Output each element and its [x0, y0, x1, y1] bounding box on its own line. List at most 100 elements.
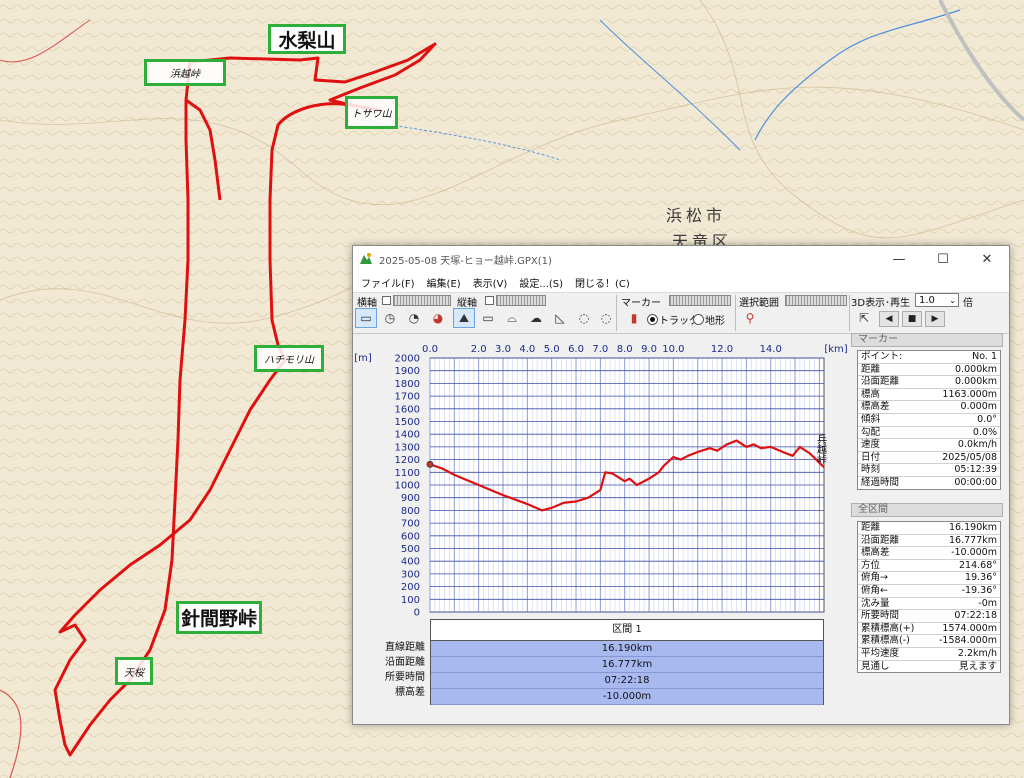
- horizontal-axis-label: 横軸: [357, 298, 377, 309]
- toolbar: 横軸 縦軸 マーカー 選択範囲 3D表示･再生 1.0 ⌄ 倍 ▭ ◷ ◔ ◕ ⛰…: [353, 293, 1009, 334]
- total-value: 16.190km: [949, 522, 997, 533]
- x-axis-unit: [km]: [824, 344, 847, 355]
- y-tick-label: 1800: [395, 379, 420, 390]
- y-tick-label: 600: [401, 531, 420, 542]
- curve-icon[interactable]: ⌓: [501, 308, 523, 328]
- marker-slider[interactable]: [669, 295, 731, 306]
- count-icon[interactable]: ◔: [403, 308, 425, 328]
- total-value: -19.36°: [961, 584, 997, 596]
- marker-label: マーカー: [621, 298, 661, 309]
- marker-panel-header: マーカー: [851, 333, 1003, 347]
- menu-edit[interactable]: 編集(E): [427, 275, 461, 290]
- menu-close[interactable]: 閉じる！(C): [575, 275, 630, 290]
- city-name-line1: 浜松市: [666, 206, 727, 225]
- total-row: 累積標高(-) -1584.000m: [858, 635, 1000, 648]
- title-bar[interactable]: 2025-05-08 天塚-ヒョー越峠.GPX(1) — ☐ ✕: [353, 246, 1009, 272]
- total-key: 距離: [861, 522, 881, 533]
- section-title: 区間 1: [431, 620, 823, 641]
- close-button[interactable]: ✕: [965, 246, 1009, 272]
- label-tosawa: トサワ山: [345, 96, 398, 129]
- marker-key: ポイント:: [861, 351, 903, 362]
- pie-icon[interactable]: ◕: [427, 308, 449, 328]
- marker-row: 標高差 0.000m: [858, 401, 1000, 414]
- total-key: 所要時間: [861, 610, 900, 622]
- total-row: 平均速度 2.2km/h: [858, 648, 1000, 661]
- x-tick-label: 7.0: [592, 344, 608, 355]
- vertical-axis-checkbox[interactable]: [485, 296, 494, 305]
- chevron-down-icon: ⌄: [949, 296, 956, 305]
- clock-icon[interactable]: ◷: [379, 308, 401, 328]
- marker-value: 0.000km: [955, 363, 997, 375]
- marker-key: 経過時間: [861, 476, 900, 488]
- stop-button[interactable]: ■: [902, 311, 922, 327]
- label-mizunashi: 水梨山: [268, 24, 346, 54]
- y-tick-label: 1700: [395, 392, 420, 403]
- label-tenkan: 天桜: [115, 657, 153, 685]
- marker-row: 日付 2025/05/08: [858, 452, 1000, 465]
- total-value: 07:22:18: [954, 610, 997, 622]
- slope-icon[interactable]: ◺: [549, 308, 571, 328]
- y-tick-label: 1000: [395, 481, 420, 492]
- menu-bar: ファイル(F) 編集(E) 表示(V) 設定...(S) 閉じる！(C): [353, 272, 1009, 293]
- marker-key: 時刻: [861, 464, 881, 476]
- total-key: 平均速度: [861, 647, 900, 659]
- view3d-icon[interactable]: ⇱: [853, 308, 875, 328]
- maximize-button[interactable]: ☐: [921, 246, 965, 272]
- total-value: -1584.000m: [938, 635, 997, 647]
- total-key: 累積標高(+): [861, 622, 915, 634]
- vertical-axis-slider[interactable]: [496, 295, 546, 306]
- y-tick-label: 500: [401, 544, 420, 555]
- selection-marker-icon[interactable]: ⚲: [739, 308, 761, 328]
- total-value: 1574.000m: [942, 622, 997, 634]
- y-tick-label: 1500: [395, 417, 420, 428]
- menu-settings[interactable]: 設定...(S): [519, 275, 563, 290]
- x-tick-label: 5.0: [544, 344, 560, 355]
- zoom-value: 1.0: [919, 295, 935, 306]
- circle-dotted-icon[interactable]: ◌: [573, 308, 595, 328]
- total-key: 沈み量: [861, 597, 890, 609]
- total-row: 所要時間 07:22:18: [858, 610, 1000, 623]
- summary-value: 16.777km: [431, 657, 823, 673]
- flat-ruler-icon[interactable]: ▭: [477, 308, 499, 328]
- zoom-unit: 倍: [963, 298, 973, 309]
- mountain-icon[interactable]: ⛰: [453, 308, 475, 328]
- label-hamakoshi: 浜越峠: [144, 59, 226, 86]
- x-tick-label: 0.0: [422, 344, 438, 355]
- radio-track[interactable]: [647, 314, 658, 325]
- horizontal-axis-slider[interactable]: [393, 295, 451, 306]
- marker-key: 傾斜: [861, 413, 881, 425]
- marker-pin-icon[interactable]: ▮: [623, 308, 645, 328]
- minimize-button[interactable]: —: [877, 246, 921, 272]
- total-row: 沈み量 -0m: [858, 598, 1000, 611]
- y-tick-label: 1300: [395, 442, 420, 453]
- summary-label: 所要時間: [385, 672, 425, 683]
- radio-terrain-label: 地形: [705, 316, 725, 327]
- total-value: -10.000m: [951, 547, 997, 559]
- play-button[interactable]: ▶: [925, 311, 945, 327]
- total-key: 俯角←: [861, 584, 888, 596]
- marker-key: 速度: [861, 439, 881, 451]
- summary-value: 07:22:18: [431, 673, 823, 689]
- ruler-icon[interactable]: ▭: [355, 308, 377, 328]
- marker-row: 勾配 0.0%: [858, 427, 1000, 440]
- x-tick-label: 8.0: [617, 344, 633, 355]
- cloud-icon[interactable]: ☁: [525, 308, 547, 328]
- circle-dotted2-icon[interactable]: ◌: [595, 308, 617, 328]
- y-tick-label: 300: [401, 569, 420, 580]
- menu-file[interactable]: ファイル(F): [361, 275, 415, 290]
- y-tick-label: 1900: [395, 366, 420, 377]
- radio-terrain[interactable]: [693, 314, 704, 325]
- rewind-button[interactable]: ◀: [879, 311, 899, 327]
- selection-slider[interactable]: [785, 295, 847, 306]
- horizontal-axis-checkbox[interactable]: [382, 296, 391, 305]
- x-tick-label: 10.0: [662, 344, 684, 355]
- y-tick-label: 100: [401, 595, 420, 606]
- total-value: 214.68°: [959, 559, 997, 571]
- total-row: 見通し 見えます: [858, 661, 1000, 673]
- summary-value: -10.000m: [431, 689, 823, 705]
- menu-view[interactable]: 表示(V): [473, 275, 508, 290]
- total-value: 16.777km: [949, 534, 997, 546]
- marker-value: 0.0km/h: [957, 439, 997, 451]
- zoom-select[interactable]: 1.0 ⌄: [915, 293, 959, 307]
- marker-row: 傾斜 0.0°: [858, 414, 1000, 427]
